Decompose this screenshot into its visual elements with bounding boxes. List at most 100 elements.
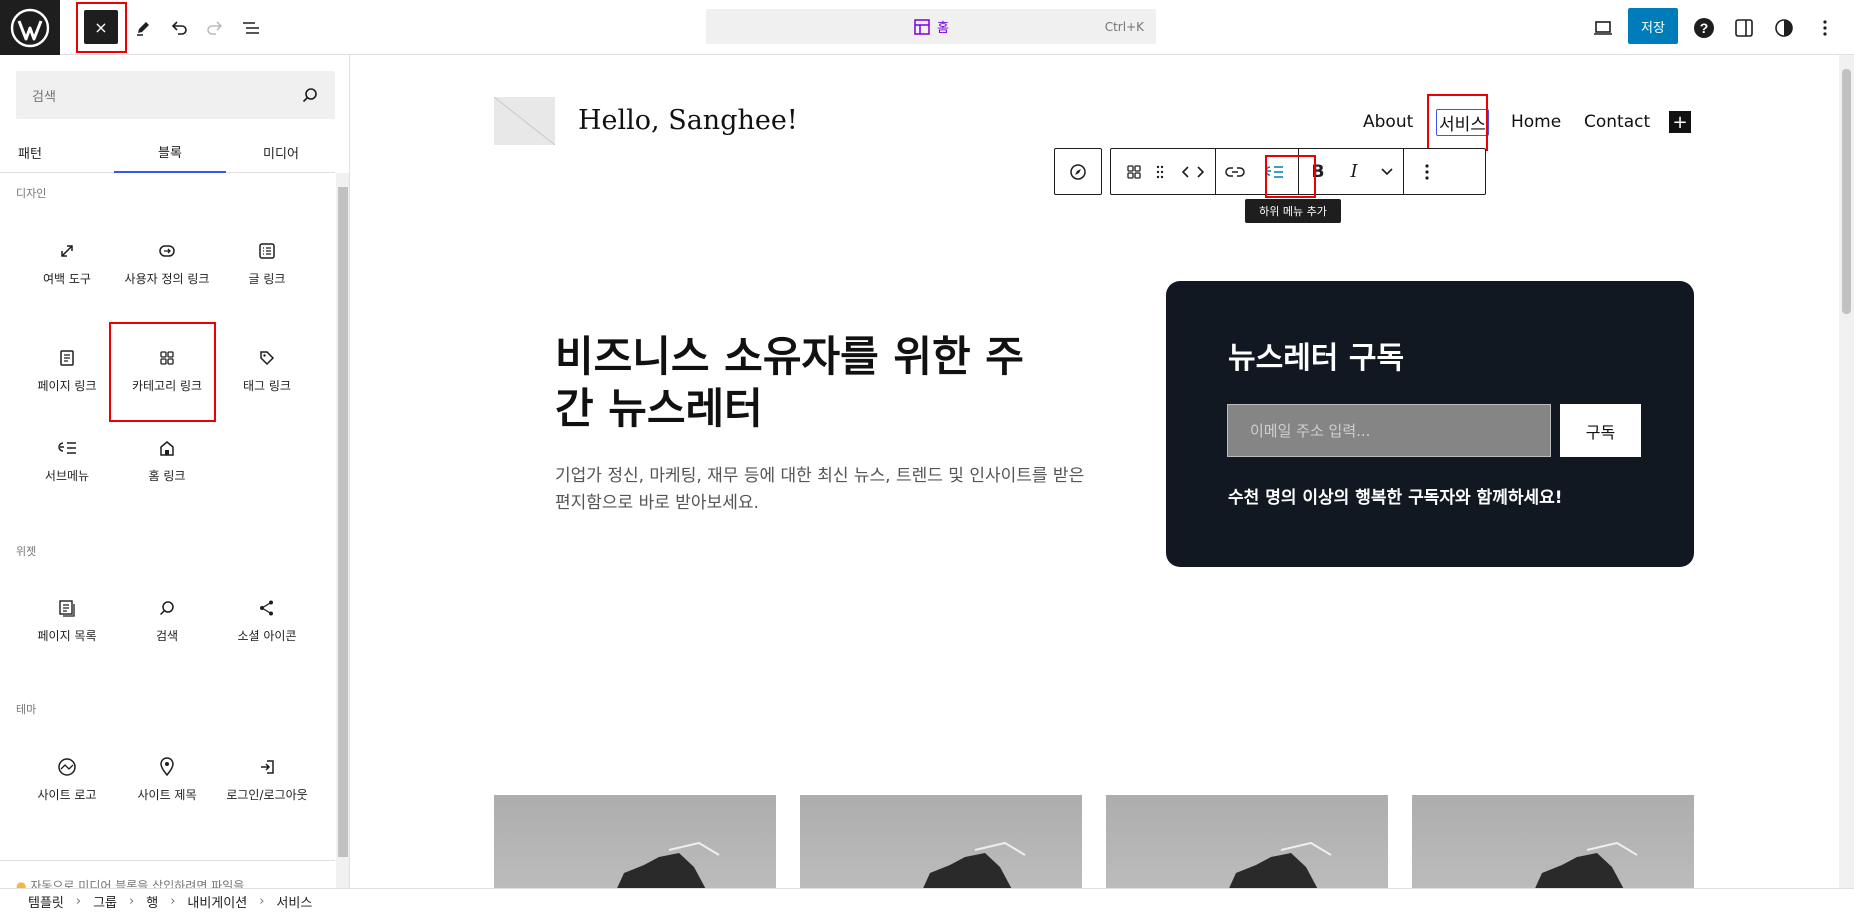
block-type-button[interactable]	[1119, 149, 1149, 194]
editor-canvas: Hello, Sanghee! About 서비스 Home Contact +…	[351, 55, 1854, 888]
link-icon	[1225, 166, 1245, 177]
keyboard-shortcut: Ctrl+K	[1104, 19, 1144, 34]
home-icon	[160, 441, 174, 456]
nav-item-about[interactable]: About	[1363, 112, 1413, 132]
nav-item-home[interactable]: Home	[1511, 112, 1561, 132]
save-button[interactable]: 저장	[1628, 8, 1678, 44]
resize-icon	[61, 245, 73, 257]
block-item-label: 태그 링크	[243, 379, 291, 393]
tag-icon	[260, 351, 275, 366]
help-icon: ?	[1694, 18, 1714, 38]
block-item-page-link[interactable]: 페이지 링크	[17, 345, 117, 393]
hero-heading[interactable]: 비즈니스 소유자를 위한 주간 뉴스레터	[555, 331, 1035, 435]
section-label-design: 디자인	[16, 187, 47, 200]
canvas-scrollbar[interactable]	[1839, 55, 1854, 888]
block-item-home-link[interactable]: 홈 링크	[117, 435, 217, 483]
breadcrumb-item[interactable]: 템플릿	[28, 892, 64, 911]
breadcrumb-item[interactable]: 내비게이션	[187, 892, 247, 911]
tab-patterns[interactable]: 패턴	[0, 131, 60, 173]
chevron-right-icon: ›	[259, 894, 265, 909]
undo-button[interactable]	[162, 11, 196, 45]
link-button[interactable]	[1216, 149, 1254, 194]
block-search-input[interactable]: 검색	[16, 71, 335, 119]
inserter-tabs: 패턴 블록 미디어	[0, 131, 335, 173]
block-options-button[interactable]	[1404, 149, 1450, 194]
parent-block-toolbar	[1054, 148, 1102, 195]
breadcrumb-item[interactable]: 그룹	[93, 892, 117, 911]
newsletter-note[interactable]: 수천 명의 이상의 행복한 구독자와 함께하세요!	[1228, 483, 1563, 508]
block-item-site-title[interactable]: 사이트 제목	[117, 754, 217, 802]
block-item-label: 페이지 링크	[37, 379, 97, 393]
help-button[interactable]: ?	[1687, 11, 1721, 45]
tools-button[interactable]	[126, 11, 160, 45]
more-vertical-icon	[1425, 163, 1429, 180]
block-item-label: 사이트 제목	[137, 788, 197, 802]
gallery-image[interactable]	[1412, 795, 1694, 888]
nav-item-contact[interactable]: Contact	[1584, 112, 1650, 132]
block-item-social-icons[interactable]: 소셜 아이콘	[217, 595, 317, 643]
block-item-category-link[interactable]: 카테고리 링크	[117, 345, 217, 393]
search-icon	[302, 88, 317, 103]
scroll-thumb[interactable]	[338, 187, 348, 857]
view-button[interactable]	[1586, 11, 1620, 45]
image-thumbnail	[617, 841, 720, 888]
subscribe-button[interactable]: 구독	[1560, 404, 1641, 457]
italic-button[interactable]: I	[1337, 149, 1371, 194]
block-item-submenu[interactable]: 서브메뉴	[17, 435, 117, 483]
email-field[interactable]: 이메일 주소 입력...	[1227, 404, 1551, 457]
gallery-image[interactable]	[800, 795, 1082, 888]
block-item-search[interactable]: 검색	[117, 595, 217, 643]
wordpress-logo[interactable]	[0, 0, 60, 55]
page-link-icon	[60, 350, 74, 366]
more-formatting-button[interactable]	[1371, 149, 1403, 194]
drag-handle[interactable]	[1149, 149, 1171, 194]
tab-blocks[interactable]: 블록	[114, 131, 226, 173]
block-item-post-link[interactable]: 글 링크	[217, 238, 317, 286]
search-placeholder: 검색	[32, 89, 56, 105]
block-item-label: 카테고리 링크	[131, 379, 203, 393]
block-item-label: 홈 링크	[148, 469, 186, 483]
share-icon	[260, 600, 273, 616]
close-inserter-button[interactable]: ×	[84, 10, 118, 44]
plus-icon: +	[1672, 111, 1688, 133]
add-block-button[interactable]: +	[1669, 111, 1691, 133]
sidebar-scrollbar[interactable]	[336, 173, 349, 888]
block-item-login-logout[interactable]: 로그인/로그아웃	[217, 754, 317, 802]
block-item-spacer[interactable]: 여백 도구	[17, 238, 117, 286]
site-logo-placeholder[interactable]	[494, 97, 555, 145]
add-submenu-button[interactable]	[1254, 149, 1294, 194]
breadcrumb-item[interactable]: 행	[146, 892, 158, 911]
move-arrows-button[interactable]	[1171, 149, 1215, 194]
block-item-site-logo[interactable]: 사이트 로고	[17, 754, 117, 802]
hero-paragraph[interactable]: 기업가 정신, 마케팅, 재무 등에 대한 최신 뉴스, 트렌드 및 인사이트를…	[555, 463, 1085, 517]
block-item-custom-link[interactable]: 사용자 정의 링크	[117, 238, 217, 286]
compass-icon	[1070, 163, 1086, 180]
submenu-icon	[1265, 165, 1283, 178]
block-item-tag-link[interactable]: 태그 링크	[217, 345, 317, 393]
block-item-label: 페이지 목록	[37, 629, 97, 643]
block-item-page-list[interactable]: 페이지 목록	[17, 595, 117, 643]
bold-button[interactable]: B	[1299, 149, 1337, 194]
close-icon: ×	[94, 17, 108, 37]
desktop-icon	[1594, 21, 1612, 35]
block-item-label: 검색	[155, 629, 179, 643]
settings-panel-button[interactable]	[1727, 11, 1761, 45]
gallery-image[interactable]	[494, 795, 776, 888]
options-button[interactable]	[1808, 11, 1842, 45]
image-thumbnail	[1229, 841, 1332, 888]
block-item-label: 소셜 아이콘	[237, 629, 297, 643]
command-palette-bar[interactable]: 홈 Ctrl+K	[706, 9, 1156, 44]
document-overview-button[interactable]	[234, 11, 268, 45]
tab-media[interactable]: 미디어	[226, 131, 336, 173]
nav-item-services[interactable]: 서비스	[1436, 109, 1489, 136]
gallery-image[interactable]	[1106, 795, 1388, 888]
redo-button[interactable]	[198, 11, 232, 45]
media-notice: ● 자동으로 미디어 블록을 삽입하려면 파일을	[16, 877, 316, 888]
image-thumbnail	[923, 841, 1026, 888]
site-title[interactable]: Hello, Sanghee!	[578, 105, 798, 136]
scroll-thumb[interactable]	[1842, 69, 1851, 314]
newsletter-heading[interactable]: 뉴스레터 구독	[1228, 333, 1404, 377]
sidebar-icon	[1735, 19, 1753, 37]
styles-button[interactable]	[1767, 11, 1801, 45]
select-parent-button[interactable]	[1055, 149, 1101, 194]
